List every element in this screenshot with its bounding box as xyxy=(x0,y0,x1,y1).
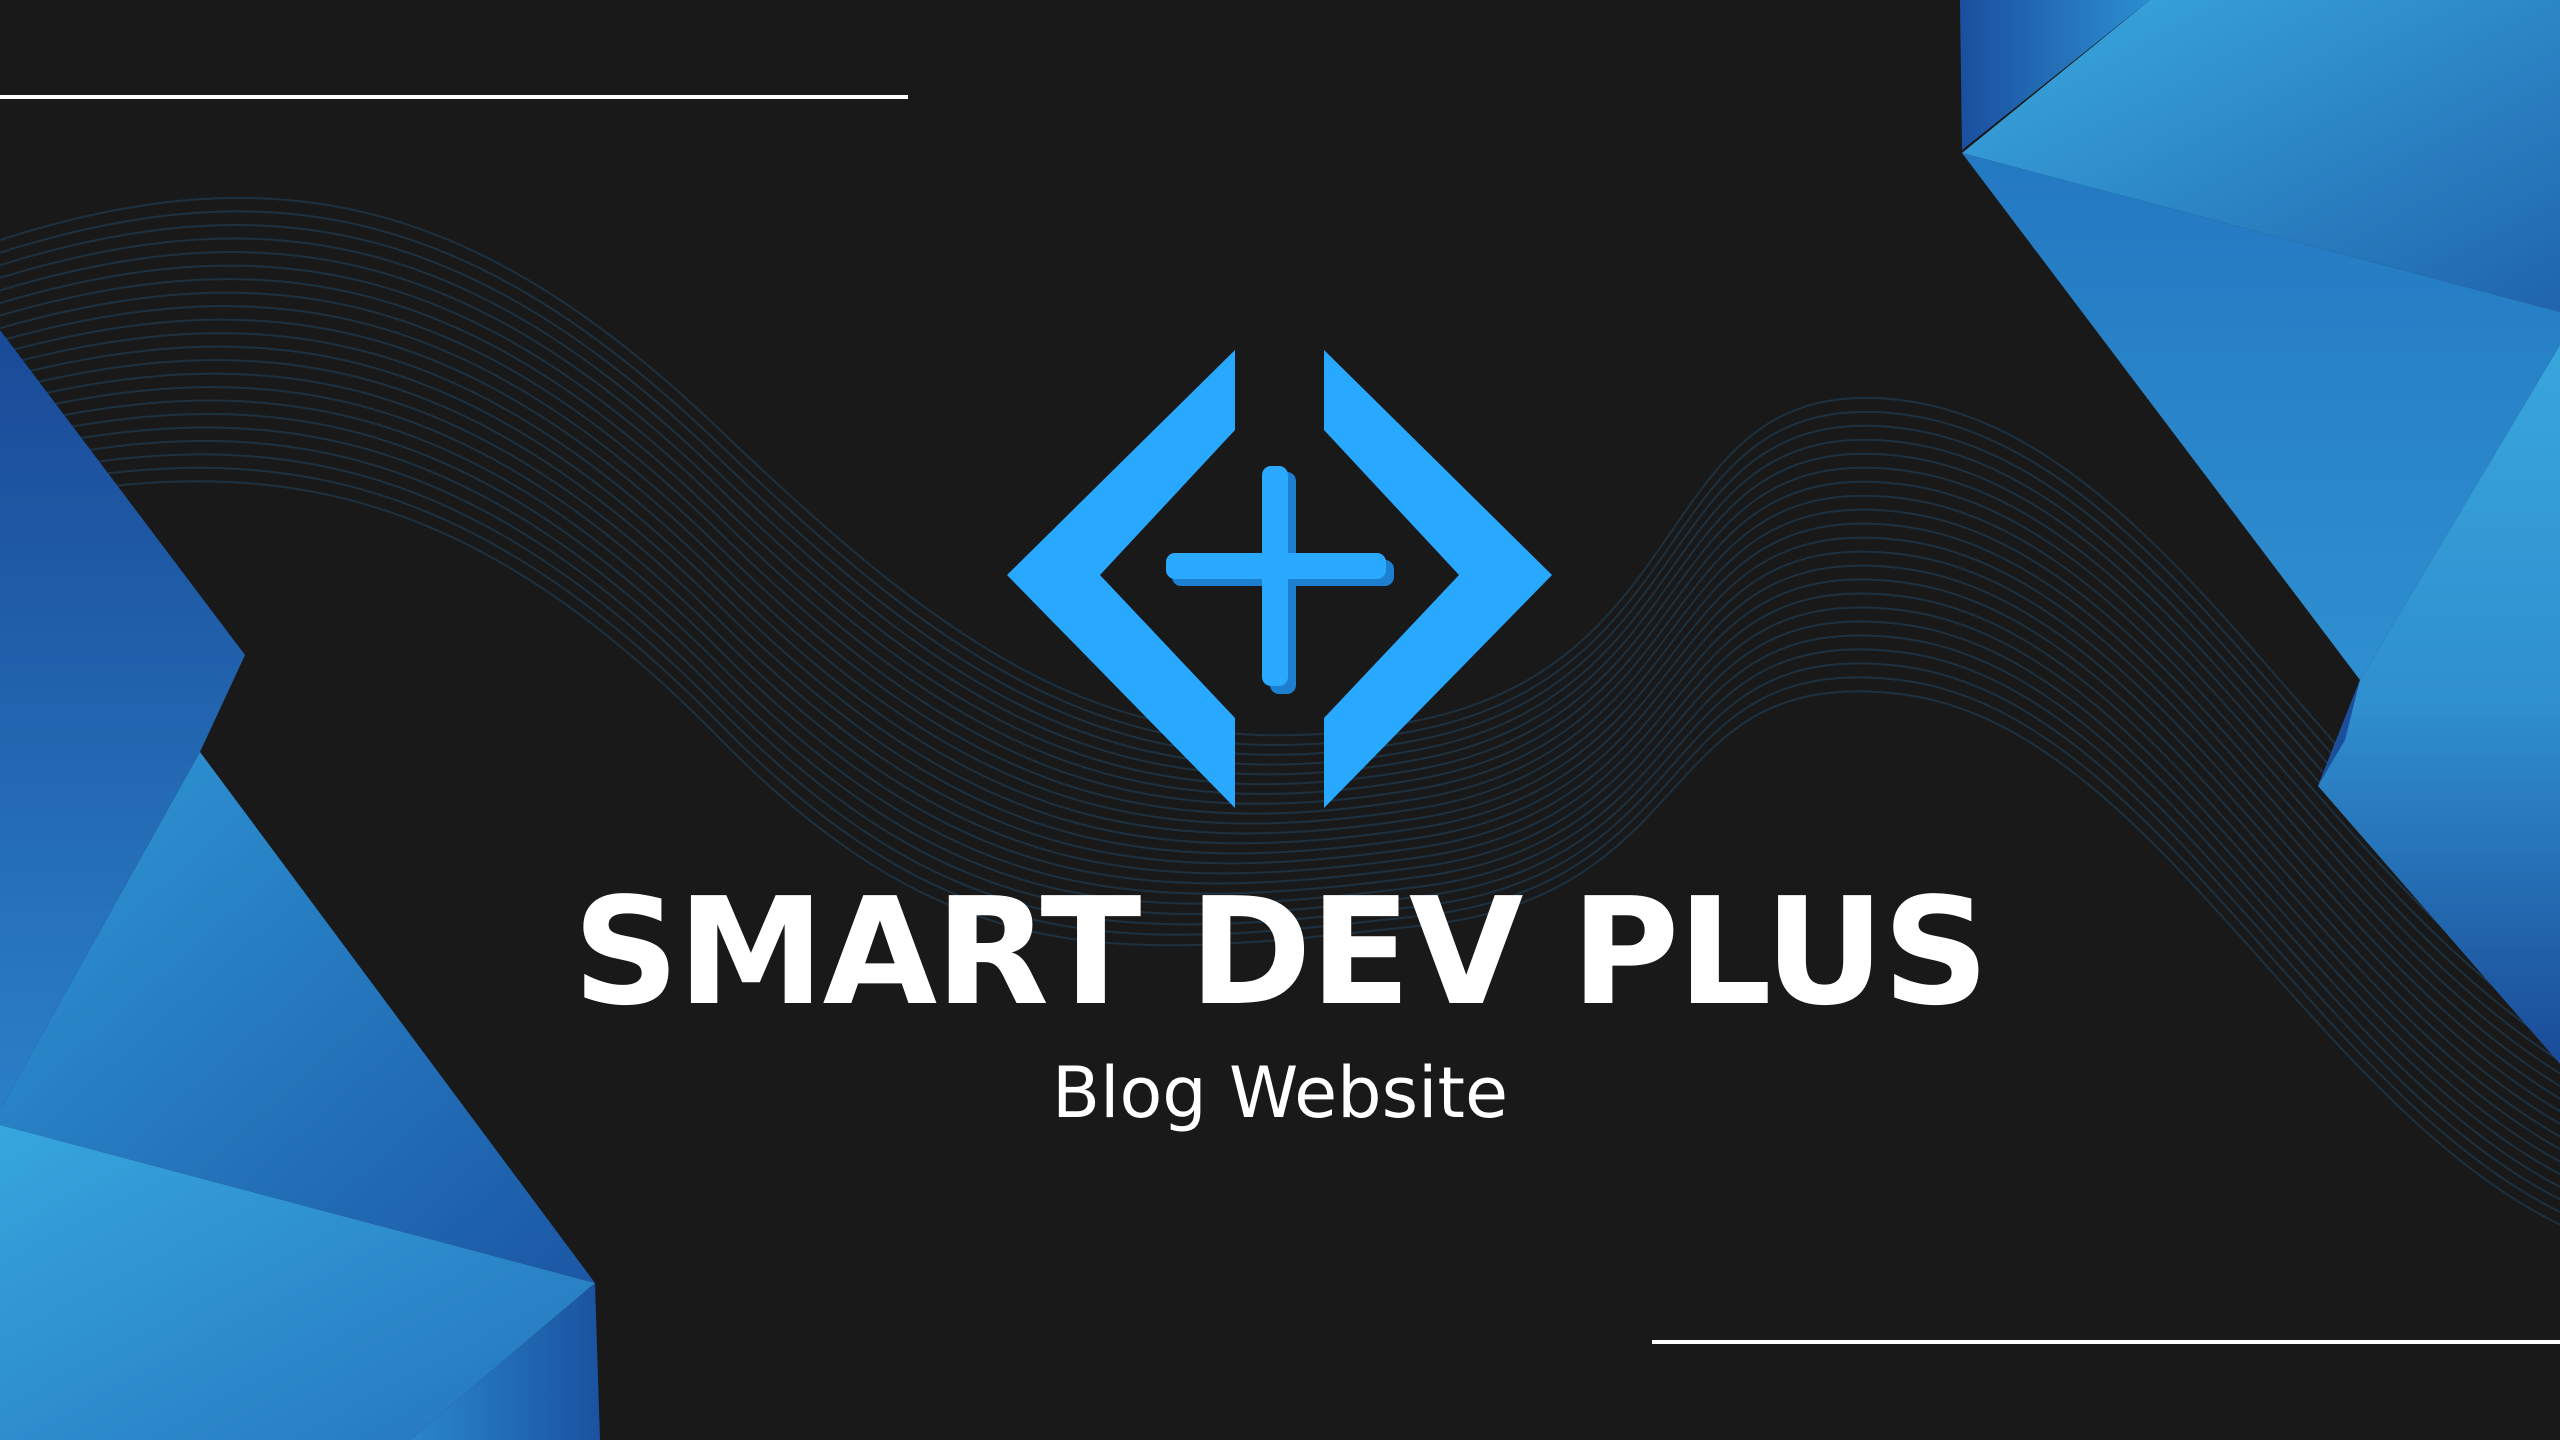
banner-background xyxy=(0,0,2560,1440)
top-accent-line xyxy=(0,95,908,99)
bottom-accent-line xyxy=(1652,1340,2560,1344)
code-brackets-plus-logo-icon xyxy=(1007,350,1552,808)
brand-title: SMART DEV PLUS xyxy=(572,866,1990,1038)
banner: SMART DEV PLUS Blog Website xyxy=(0,0,2560,1440)
brand-subtitle: Blog Website xyxy=(1051,1052,1509,1134)
